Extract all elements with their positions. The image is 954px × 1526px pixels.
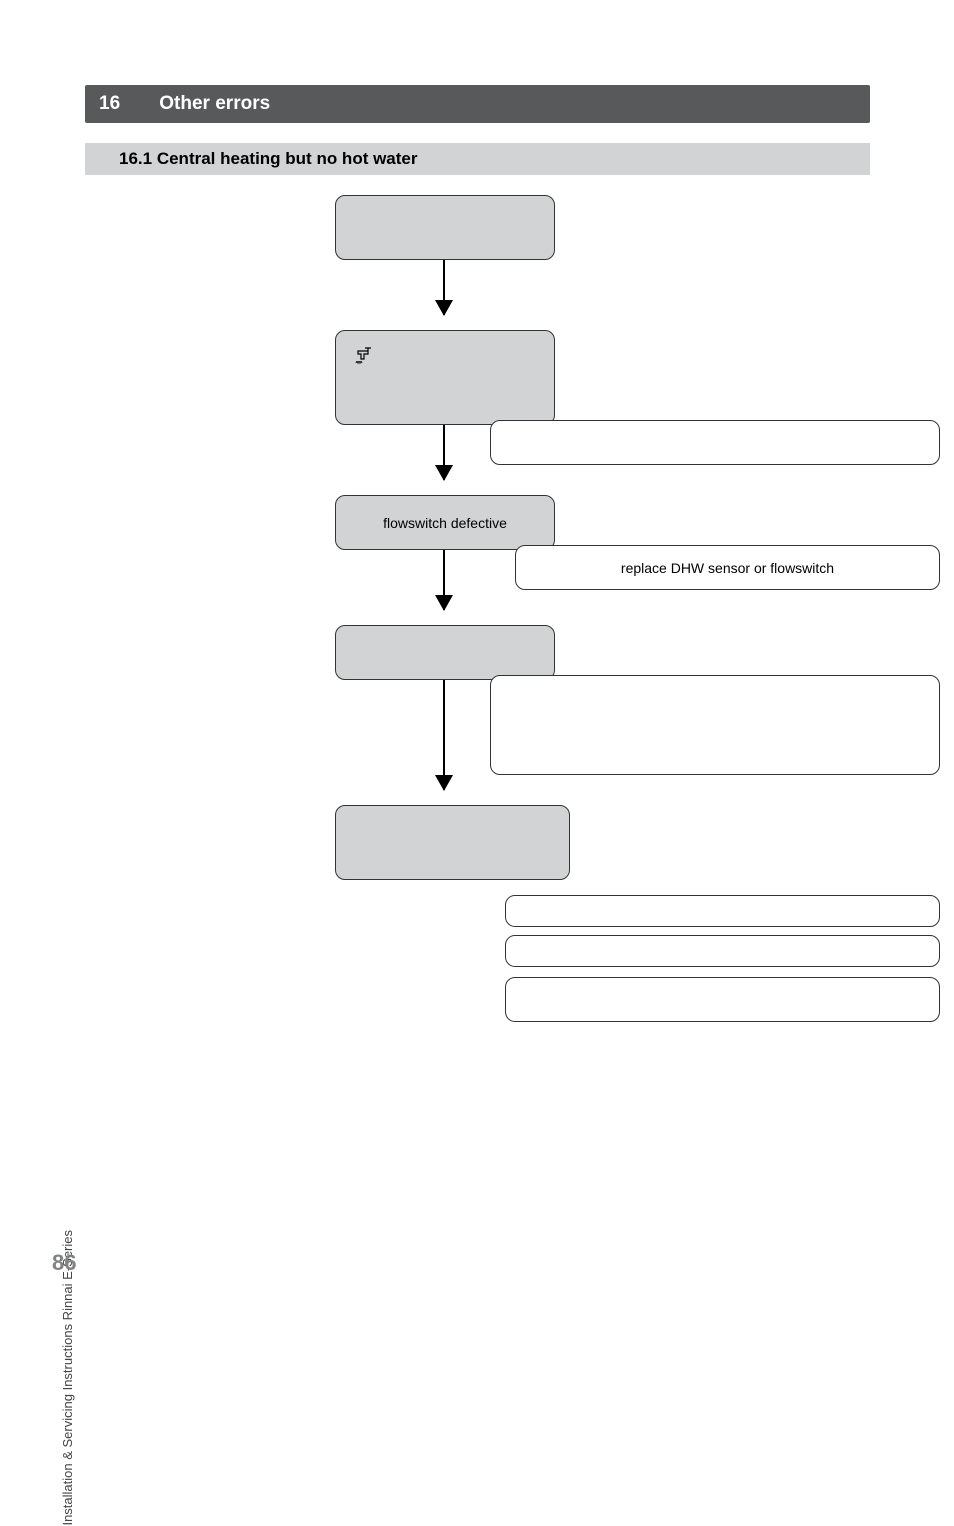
chapter-heading: 16 Other errors	[85, 85, 870, 123]
page-number: 86	[52, 1250, 76, 1276]
section-number: 16.1	[119, 149, 152, 168]
flow-node-5-side1	[505, 895, 940, 927]
flow-node-5	[335, 805, 570, 880]
flow-node-2-side	[490, 420, 940, 465]
chapter-number: 16	[99, 93, 154, 115]
flow-node-3-side: replace DHW sensor or flowswitch	[515, 545, 940, 590]
flow-node-2	[335, 330, 555, 425]
flow-node-3-side-label: replace DHW sensor or flowswitch	[621, 560, 834, 576]
page-content: 16 Other errors 16.1 Central heating but…	[85, 85, 870, 1195]
arrow-2-3	[443, 425, 445, 480]
flow-node-3-label: flowswitch defective	[383, 515, 507, 531]
arrow-1-2	[443, 260, 445, 315]
arrow-3-4	[443, 550, 445, 610]
chapter-title: Other errors	[159, 93, 270, 114]
flow-node-1	[335, 195, 555, 260]
flow-node-4-side	[490, 675, 940, 775]
flowchart: flowswitch defective replace DHW sensor …	[85, 195, 870, 1195]
flow-node-5-side3	[505, 977, 940, 1022]
flow-node-4	[335, 625, 555, 680]
section-title: Central heating but no hot water	[157, 149, 418, 168]
section-heading: 16.1 Central heating but no hot water	[85, 143, 870, 175]
arrow-4-5	[443, 680, 445, 790]
flow-node-3: flowswitch defective	[335, 495, 555, 550]
flow-node-5-side2	[505, 935, 940, 967]
tap-on-icon	[354, 345, 382, 369]
